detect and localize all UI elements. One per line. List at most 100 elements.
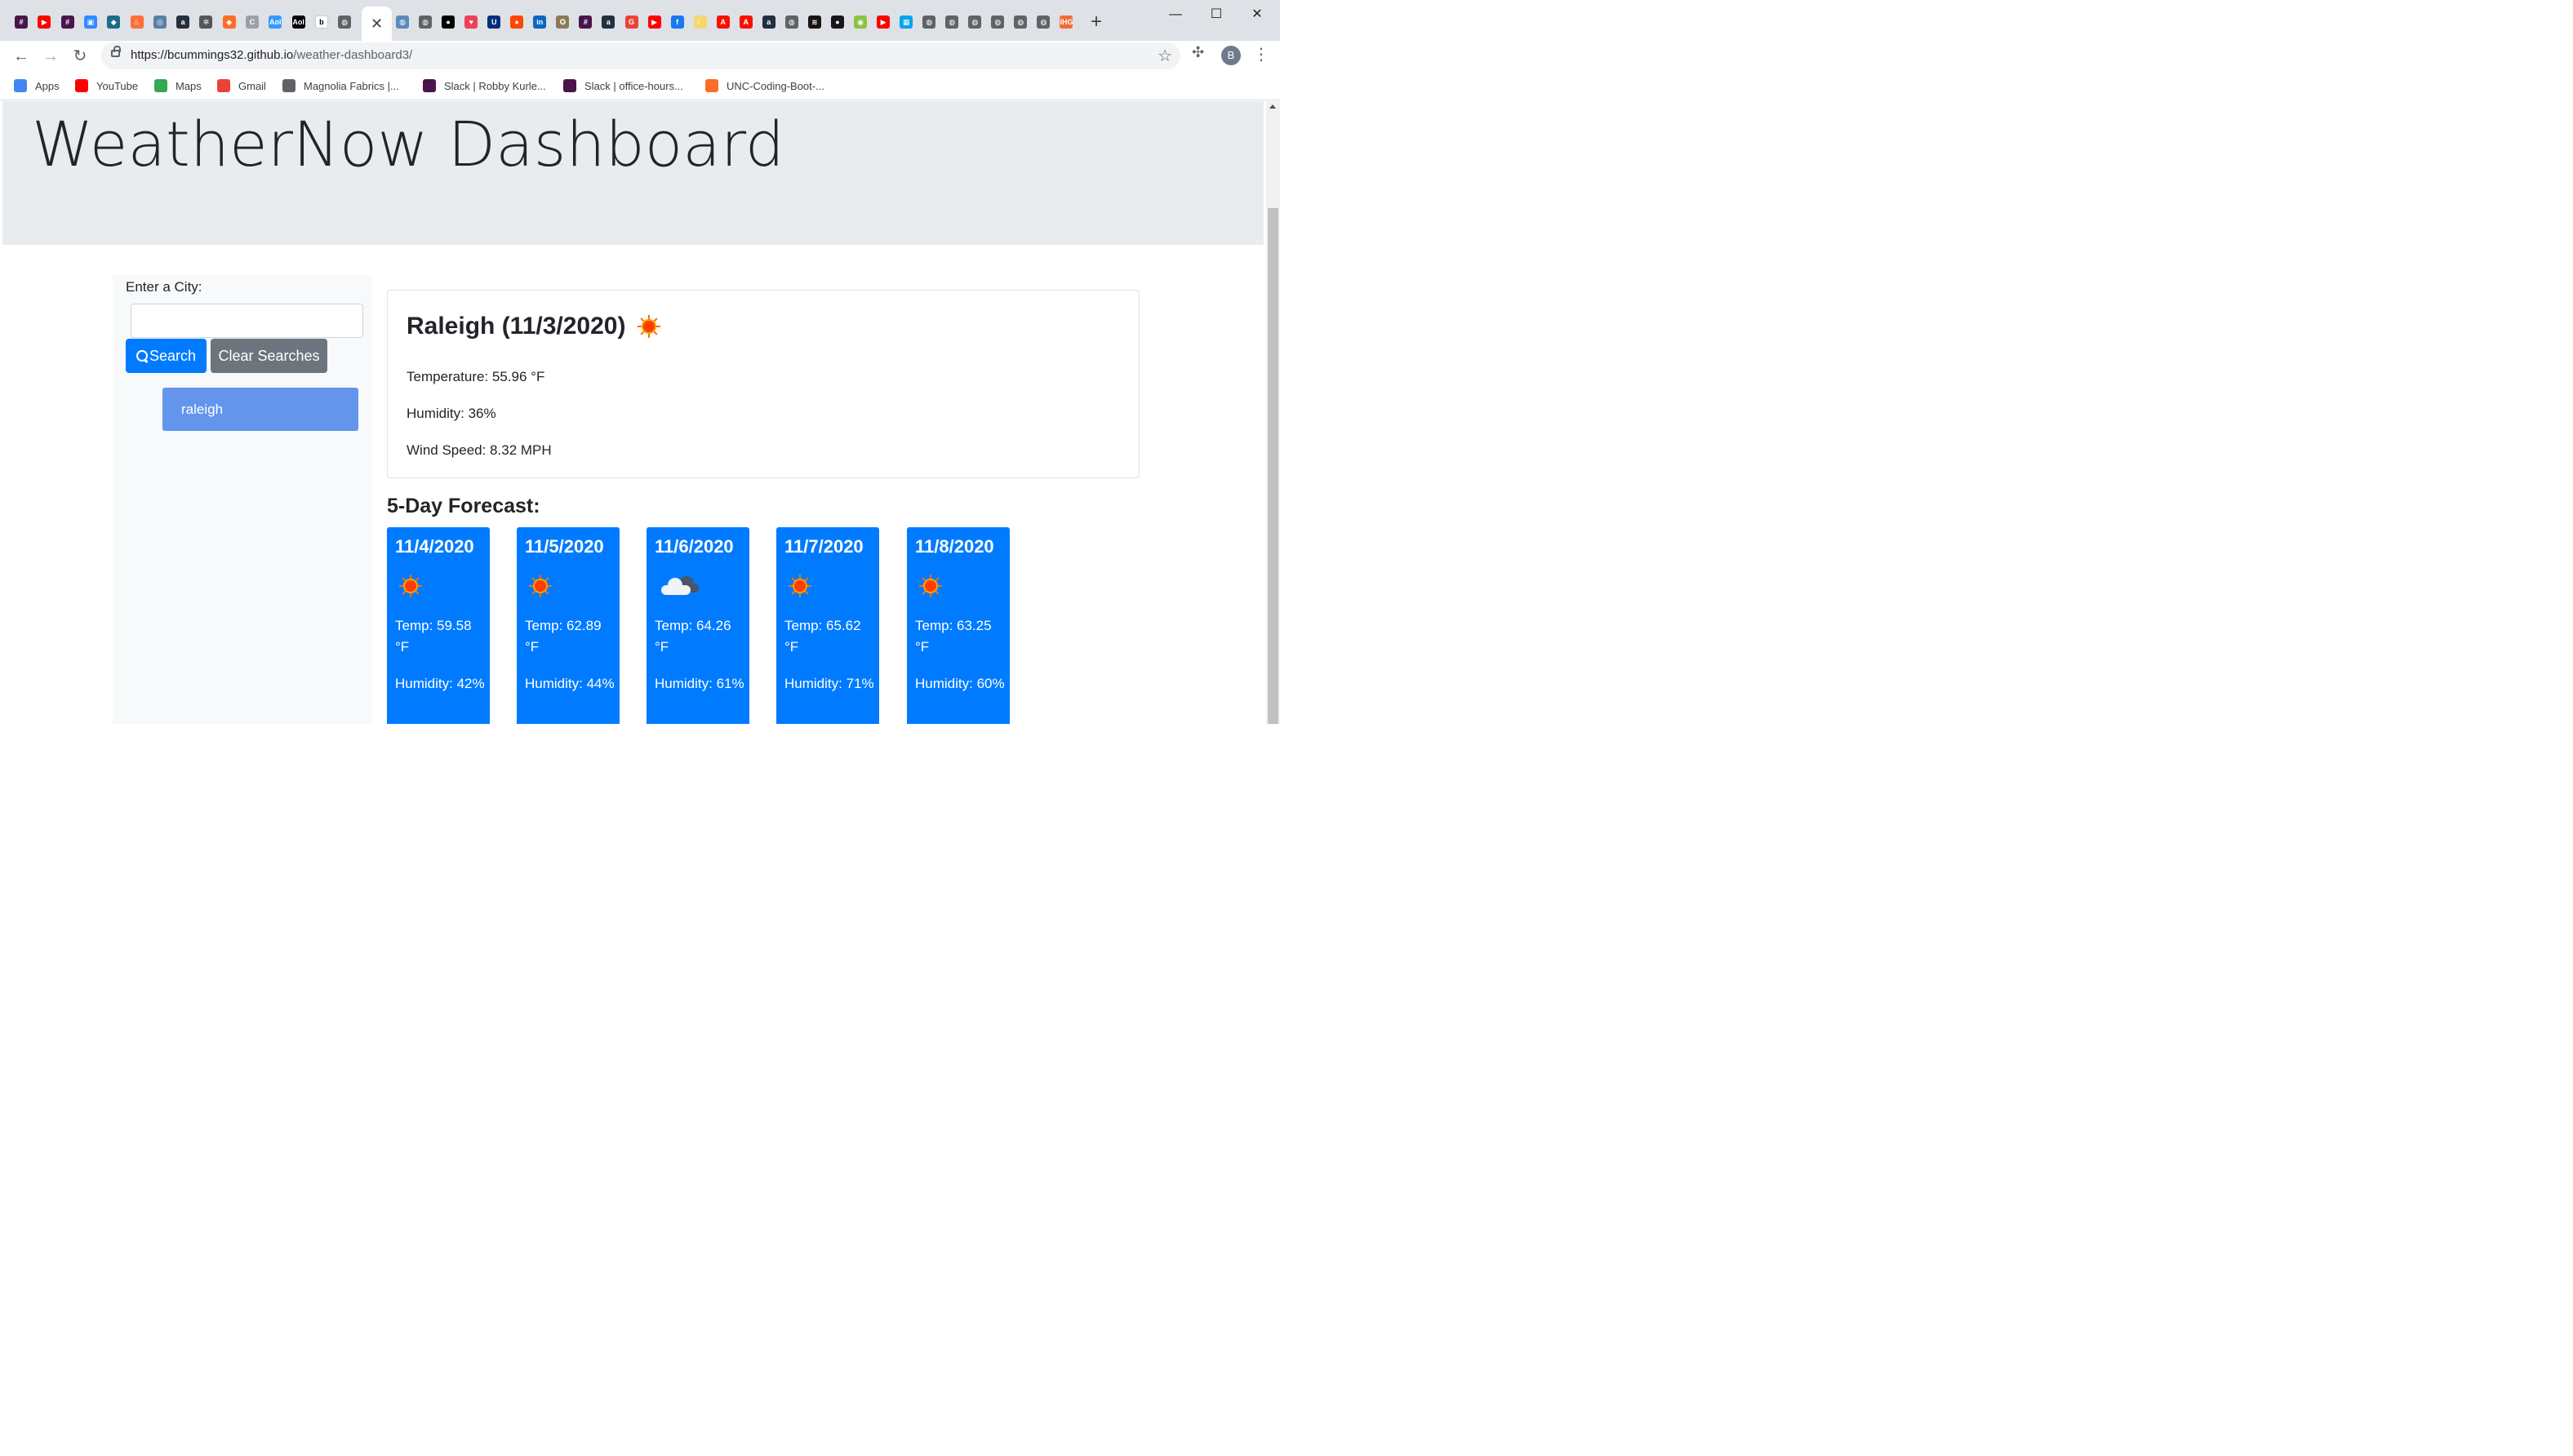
bookmark-item[interactable]: UNC-Coding-Boot-... (705, 78, 824, 93)
bookmark-item[interactable]: Gmail (217, 78, 266, 93)
browser-tab[interactable]: ♥ (461, 12, 481, 32)
bookmark-item[interactable]: Slack | office-hours... (563, 78, 683, 93)
browser-tab[interactable]: b (312, 12, 331, 32)
browser-tab[interactable]: ◍ (416, 12, 435, 32)
back-arrow-icon[interactable]: ← (10, 45, 33, 68)
browser-tab[interactable]: ◍ (988, 12, 1007, 32)
bookmark-item[interactable]: Maps (154, 78, 202, 93)
browser-tab[interactable]: A (736, 12, 756, 32)
extensions-puzzle-icon[interactable]: ✣ (1192, 44, 1204, 61)
browser-tab[interactable]: ▣ (81, 12, 100, 32)
forecast-heading: 5-Day Forecast: (387, 495, 540, 517)
browser-tab[interactable]: a (598, 12, 618, 32)
browser-tab[interactable]: ◍ (942, 12, 962, 32)
browser-tab[interactable]: ◉ (851, 12, 870, 32)
close-window-button[interactable]: ✕ (1238, 3, 1276, 26)
city-input[interactable] (131, 304, 363, 338)
browser-tab[interactable]: Aol (289, 12, 309, 32)
forecast-card: 11/6/2020 Temp: 64.26 °F Humidity: 61% (647, 527, 749, 724)
page-title: WeatherNow Dashboard (32, 108, 784, 180)
forecast-card: 11/8/2020 Temp: 63.25 °F Humidity: 60% (907, 527, 1010, 724)
browser-tab[interactable]: f (668, 12, 687, 32)
youtube-icon: ▶ (38, 16, 51, 29)
browser-tab[interactable]: IHG (1056, 12, 1076, 32)
minimize-button[interactable]: — (1157, 3, 1194, 26)
menu-kebab-icon[interactable]: ⋮ (1253, 44, 1269, 64)
profile-avatar[interactable]: B (1221, 46, 1241, 65)
browser-tab[interactable]: ◍ (782, 12, 802, 32)
reload-icon[interactable]: ↻ (69, 45, 91, 68)
browser-tab[interactable]: # (11, 12, 31, 32)
browser-tab[interactable]: ◍ (335, 12, 354, 32)
lock-icon[interactable] (111, 46, 121, 57)
scroll-thumb[interactable] (1268, 208, 1278, 724)
browser-tab[interactable]: U (484, 12, 504, 32)
page-scrollbar[interactable] (1266, 101, 1280, 724)
browser-tab[interactable]: ◍ (1033, 12, 1053, 32)
url-text[interactable]: https://bcummings32.github.io/weather-da… (131, 48, 412, 62)
forecast-temp: Temp: 65.62 °F (784, 618, 861, 655)
globe-icon: ◍ (1014, 16, 1028, 29)
bookmark-star-icon[interactable]: ☆ (1158, 46, 1172, 66)
browser-tab[interactable]: ● (438, 12, 458, 32)
search-history-item[interactable]: raleigh (162, 388, 358, 431)
maximize-button[interactable]: ☐ (1198, 3, 1235, 26)
browser-tab[interactable]: ☾ (691, 12, 710, 32)
slack-icon (563, 79, 576, 92)
forecast-card: 11/7/2020 Temp: 65.62 °F Humidity: 71% (776, 527, 879, 724)
gmail-icon (217, 79, 230, 92)
microsoft-icon: ▦ (900, 16, 913, 29)
browser-tab[interactable]: ▶ (873, 12, 893, 32)
browser-tab[interactable]: ♨ (127, 12, 147, 32)
forward-arrow-icon[interactable]: → (39, 45, 62, 68)
bookmark-item[interactable]: Slack | Robby Kurle... (423, 78, 546, 93)
browser-tab[interactable]: ▶ (645, 12, 664, 32)
browser-tab[interactable]: ◍ (919, 12, 939, 32)
forecast-card: 11/5/2020 Temp: 62.89 °F Humidity: 44% (517, 527, 620, 724)
sun-icon (528, 574, 553, 598)
active-tab[interactable]: ✕ (362, 7, 392, 41)
browser-tab[interactable]: C (242, 12, 262, 32)
browser-tab[interactable]: A (713, 12, 733, 32)
browser-tab[interactable]: a (759, 12, 779, 32)
search-button-label: Search (149, 347, 197, 364)
search-button[interactable]: Search (126, 339, 207, 373)
browser-tab[interactable]: ◍ (1011, 12, 1030, 32)
browser-tab[interactable]: ● (507, 12, 527, 32)
browser-tab[interactable]: ✲ (196, 12, 216, 32)
address-bar[interactable]: https://bcummings32.github.io/weather-da… (101, 42, 1180, 69)
flame-icon: ♨ (130, 16, 144, 29)
browser-tab[interactable]: Aol (265, 12, 285, 32)
browser-tab[interactable]: ◍ (393, 12, 412, 32)
bookmark-item[interactable]: YouTube (75, 78, 138, 93)
browser-tab[interactable]: ● (828, 12, 847, 32)
new-tab-button[interactable]: + (1086, 11, 1107, 33)
browser-tab[interactable]: ◎ (150, 12, 170, 32)
browser-tab[interactable]: in (530, 12, 549, 32)
bookmark-label: Gmail (238, 79, 266, 92)
close-icon[interactable]: ✕ (371, 16, 383, 33)
adobe-icon: A (716, 16, 730, 29)
gear-icon: ✲ (199, 16, 213, 29)
bookmark-item[interactable]: Apps (14, 78, 60, 93)
browser-tab[interactable]: # (58, 12, 78, 32)
bookmarks-bar: Apps YouTube Maps Gmail Magnolia Fabrics |..… (0, 71, 1280, 100)
browser-tab[interactable]: G (622, 12, 642, 32)
bookmark-item[interactable]: Magnolia Fabrics |... (282, 78, 399, 93)
apps-icon (14, 79, 27, 92)
browser-tab[interactable]: ▶ (34, 12, 54, 32)
forecast-humidity: Humidity: 42% (395, 676, 485, 691)
bookmark-label: Magnolia Fabrics |... (304, 79, 399, 92)
search-icon (136, 350, 148, 362)
browser-tab[interactable]: ≋ (805, 12, 824, 32)
browser-tab[interactable]: ▦ (896, 12, 916, 32)
scroll-up-arrow-icon[interactable] (1269, 104, 1276, 109)
browser-tab[interactable]: a (173, 12, 193, 32)
browser-tab[interactable]: # (575, 12, 595, 32)
browser-tab[interactable]: ◆ (104, 12, 123, 32)
current-temperature: Temperature: 55.96 °F (407, 369, 545, 384)
browser-tab[interactable]: ◍ (965, 12, 984, 32)
browser-tab[interactable]: ✪ (553, 12, 572, 32)
clear-searches-button[interactable]: Clear Searches (211, 339, 327, 373)
browser-tab[interactable]: ◆ (220, 12, 239, 32)
